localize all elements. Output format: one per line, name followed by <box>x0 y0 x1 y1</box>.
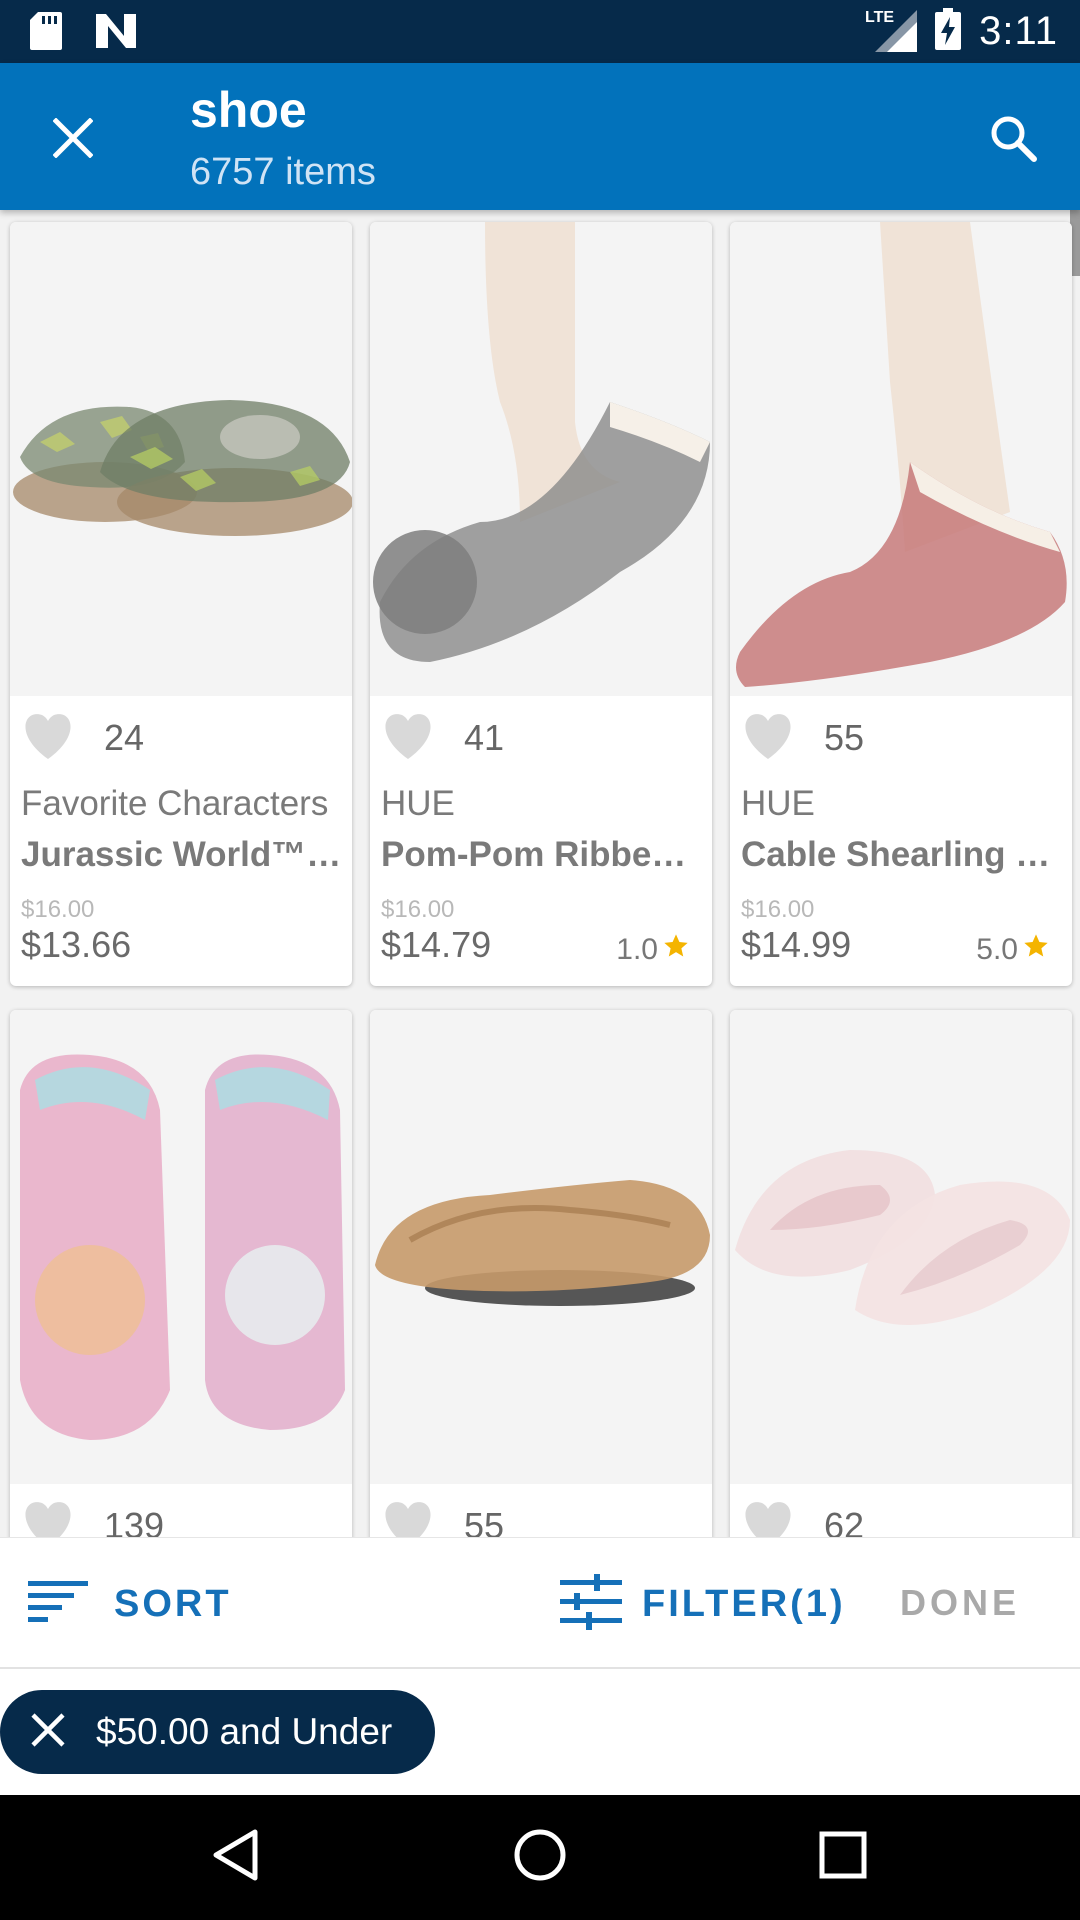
n-notification-icon <box>96 14 136 53</box>
item-count: 6757 items <box>190 151 376 193</box>
sale-price: $13.66 <box>21 924 132 965</box>
rating: 1.0 <box>616 932 690 968</box>
product-image <box>730 1010 1072 1484</box>
filter-chip-label: $50.00 and Under <box>96 1711 393 1752</box>
recents-icon <box>819 1831 867 1884</box>
heart-icon[interactable] <box>380 711 436 766</box>
filter-chip[interactable]: $50.00 and Under <box>0 1690 435 1774</box>
like-row: 24 <box>20 710 144 766</box>
status-bar: LTE 3:11 <box>0 0 1080 63</box>
product-image <box>10 222 352 696</box>
search-button[interactable] <box>976 103 1050 177</box>
like-count: 41 <box>464 717 505 758</box>
like-row: 41 <box>380 710 504 766</box>
home-icon <box>513 1828 567 1887</box>
like-count: 55 <box>824 717 865 758</box>
like-count: 139 <box>104 1505 165 1537</box>
original-price: $16.00 <box>21 896 95 923</box>
product-name: Jurassic World™ … <box>21 835 343 874</box>
like-count: 62 <box>824 1505 865 1537</box>
search-icon <box>989 114 1037 167</box>
like-row: 139 <box>20 1498 164 1537</box>
navigation-bar <box>0 1795 1080 1920</box>
filter-button[interactable]: FILTER(1) <box>560 1573 846 1635</box>
heart-icon[interactable] <box>20 1499 76 1537</box>
product-image <box>730 222 1072 696</box>
home-button[interactable] <box>505 1822 575 1892</box>
product-brand: Favorite Characters <box>21 784 329 823</box>
recents-button[interactable] <box>808 1822 878 1892</box>
rating-value: 5.0 <box>976 933 1018 966</box>
sort-icon <box>28 1580 88 1628</box>
heart-icon[interactable] <box>380 1499 436 1537</box>
original-price: $16.00 <box>741 896 815 923</box>
filter-label: FILTER(1) <box>642 1582 846 1625</box>
battery-charging-icon <box>935 7 962 55</box>
sort-label: SORT <box>114 1582 232 1625</box>
close-button[interactable] <box>40 107 106 173</box>
product-card[interactable]: 24 Favorite Characters Jurassic World™ …… <box>10 222 352 986</box>
sort-filter-bar: SORT FILTER(1) DONE <box>0 1537 1080 1669</box>
product-grid[interactable]: 24 Favorite Characters Jurassic World™ …… <box>0 210 1080 1537</box>
star-icon <box>662 932 690 968</box>
product-image <box>370 1010 712 1484</box>
sale-price: $14.99 <box>741 924 852 965</box>
heart-icon[interactable] <box>740 1499 796 1537</box>
like-row: 55 <box>380 1498 504 1537</box>
star-icon <box>1022 932 1050 968</box>
sd-card-icon <box>30 12 62 55</box>
close-icon <box>52 116 94 163</box>
back-icon <box>210 1828 260 1887</box>
product-image <box>370 222 712 696</box>
remove-filter-icon[interactable] <box>30 1712 66 1753</box>
product-brand: HUE <box>381 784 455 823</box>
heart-icon[interactable] <box>20 711 76 766</box>
clock: 3:11 <box>979 8 1058 53</box>
back-button[interactable] <box>200 1822 270 1892</box>
product-name: Cable Shearling … <box>741 835 1051 874</box>
app-bar: shoe 6757 items <box>0 63 1080 210</box>
original-price: $16.00 <box>381 896 455 923</box>
product-name: Pom-Pom Ribbe… <box>381 835 687 874</box>
sort-button[interactable]: SORT <box>28 1576 232 1632</box>
heart-icon[interactable] <box>740 711 796 766</box>
like-row: 55 <box>740 710 864 766</box>
active-filters: $50.00 and Under <box>0 1669 1080 1795</box>
product-brand: HUE <box>741 784 815 823</box>
filter-icon <box>560 1573 622 1635</box>
svg-text:LTE: LTE <box>865 9 894 26</box>
product-card[interactable]: 55 HUE Cable Shearling … $16.00 $14.99 5… <box>730 222 1072 986</box>
product-card[interactable]: 139 <box>10 1010 352 1537</box>
like-count: 24 <box>104 717 145 758</box>
like-row: 62 <box>740 1498 864 1537</box>
like-count: 55 <box>464 1505 505 1537</box>
page-title: shoe <box>190 82 307 138</box>
rating: 5.0 <box>976 932 1050 968</box>
product-card[interactable]: 55 <box>370 1010 712 1537</box>
rating-value: 1.0 <box>616 933 658 966</box>
done-button[interactable]: DONE <box>900 1582 1020 1624</box>
product-image <box>10 1010 352 1484</box>
sale-price: $14.79 <box>381 924 492 965</box>
product-card[interactable]: 41 HUE Pom-Pom Ribbe… $16.00 $14.79 1.0 <box>370 222 712 986</box>
product-card[interactable]: 62 <box>730 1010 1072 1537</box>
signal-icon: LTE <box>865 6 918 57</box>
